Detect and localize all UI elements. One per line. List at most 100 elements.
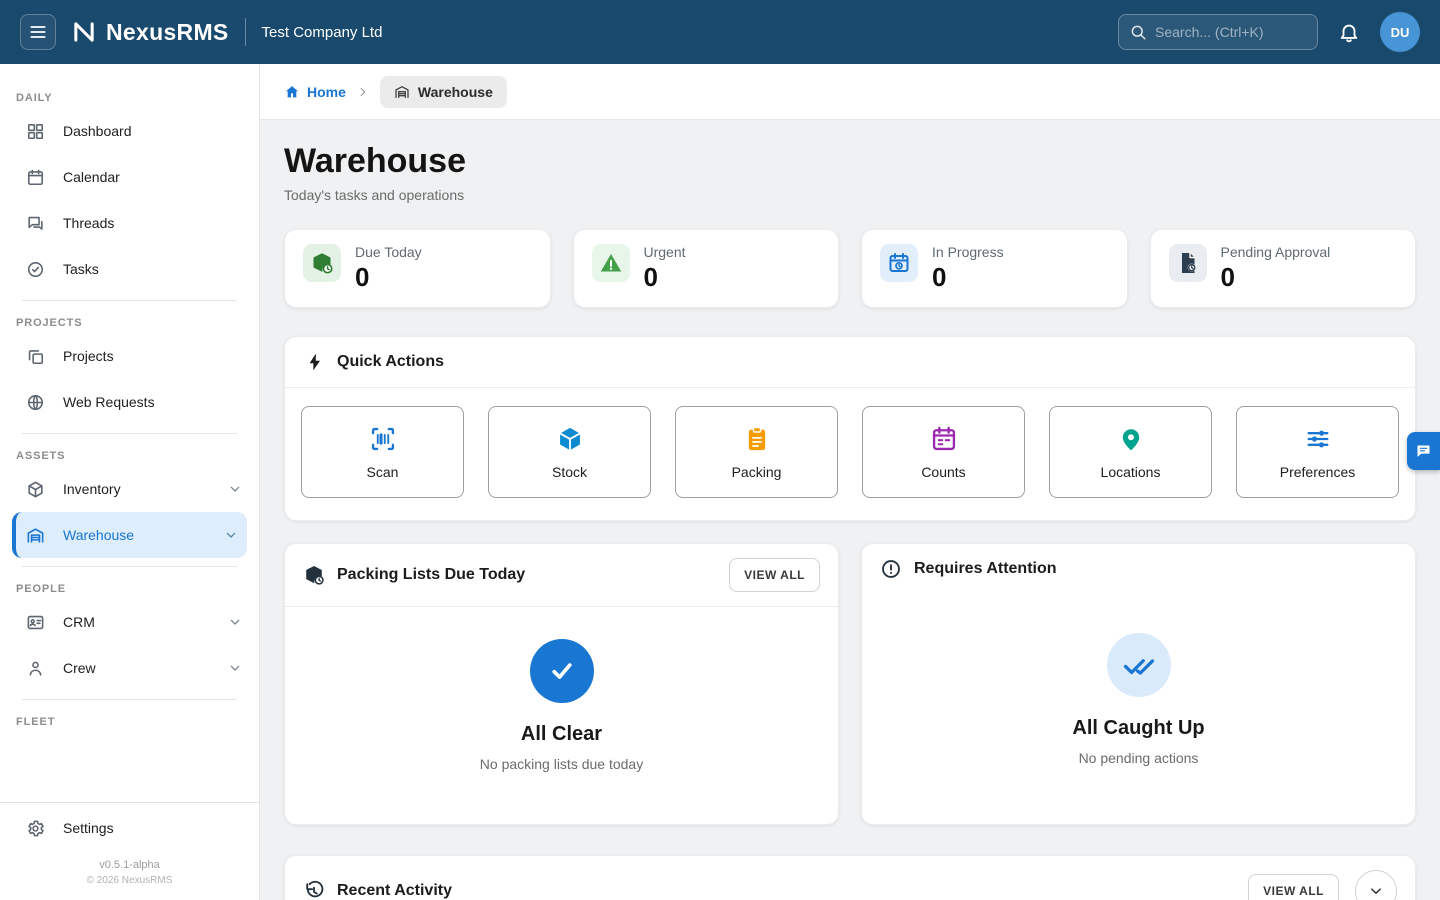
brand[interactable]: NexusRMS: [70, 18, 229, 46]
sidebar-item-projects[interactable]: Projects: [0, 333, 259, 379]
tasks-icon: [26, 260, 45, 279]
section-label-daily: DAILY: [16, 92, 243, 104]
quick-action-counts[interactable]: Counts: [862, 406, 1025, 498]
quick-actions-header: Quick Actions: [285, 337, 1415, 388]
section-label-people: PEOPLE: [16, 583, 243, 595]
quick-action-stock[interactable]: Stock: [488, 406, 651, 498]
feedback-button[interactable]: [1407, 432, 1440, 470]
file-clock-icon: [1169, 244, 1207, 282]
sliders-icon: [1304, 425, 1332, 453]
map-pin-icon: [1117, 425, 1145, 453]
quick-action-preferences[interactable]: Preferences: [1236, 406, 1399, 498]
sidebar-item-settings[interactable]: Settings: [0, 803, 259, 853]
threads-icon: [26, 214, 45, 233]
sidebar-item-label: Warehouse: [63, 527, 205, 543]
packing-view-all-button[interactable]: VIEW ALL: [729, 558, 820, 592]
search-input[interactable]: [1155, 24, 1307, 40]
quick-action-locations[interactable]: Locations: [1049, 406, 1212, 498]
crm-icon: [26, 613, 45, 632]
sidebar-item-inventory[interactable]: Inventory: [0, 466, 259, 512]
search-icon: [1129, 23, 1147, 41]
cube-icon: [556, 425, 584, 453]
breadcrumb: Home Warehouse: [260, 64, 1440, 120]
sidebar-item-web-requests[interactable]: Web Requests: [0, 379, 259, 425]
sidebar-item-label: Settings: [63, 820, 114, 836]
panels-row: Packing Lists Due Today VIEW ALL All Cle…: [284, 543, 1416, 825]
sidebar-item-label: Calendar: [63, 169, 243, 185]
sidebar-item-crm[interactable]: CRM: [0, 599, 259, 645]
stat-value: 0: [1221, 262, 1331, 293]
packing-lists-body: All Clear No packing lists due today: [285, 607, 838, 824]
sidebar-nav: DAILY Dashboard Calendar Threads Tasks P…: [0, 64, 259, 802]
stat-card-urgent: Urgent 0: [573, 229, 840, 308]
double-check-icon: [1107, 633, 1171, 697]
chevron-down-icon: [227, 481, 243, 497]
box-clock-icon: [303, 244, 341, 282]
packing-lists-title: Packing Lists Due Today: [337, 566, 525, 584]
nexus-logo-icon: [70, 18, 98, 46]
chevron-down-icon: [223, 527, 239, 543]
calendar-count-icon: [930, 425, 958, 453]
sidebar-item-calendar[interactable]: Calendar: [0, 154, 259, 200]
requires-attention-body: All Caught Up No pending actions: [862, 594, 1415, 824]
copyright: © 2026 NexusRMS: [0, 875, 259, 886]
quick-action-label: Scan: [367, 464, 399, 480]
stats-row: Due Today 0 Urgent 0: [284, 229, 1416, 308]
quick-action-label: Locations: [1101, 464, 1161, 480]
sidebar-item-dashboard[interactable]: Dashboard: [0, 108, 259, 154]
divider: [22, 699, 237, 700]
stat-label: Urgent: [644, 244, 686, 260]
topbar: NexusRMS Test Company Ltd DU: [0, 0, 1440, 64]
sidebar-item-threads[interactable]: Threads: [0, 200, 259, 246]
breadcrumb-current: Warehouse: [380, 76, 507, 108]
requires-attention-header: Requires Attention: [862, 544, 1415, 594]
sidebar-item-crew[interactable]: Crew: [0, 645, 259, 691]
packing-lists-header: Packing Lists Due Today VIEW ALL: [285, 544, 838, 607]
sidebar-item-tasks[interactable]: Tasks: [0, 246, 259, 292]
clipboard-icon: [743, 425, 771, 453]
sidebar-item-label: Crew: [63, 660, 209, 676]
user-avatar[interactable]: DU: [1380, 12, 1420, 52]
requires-attention-title: Requires Attention: [914, 560, 1057, 578]
sidebar-item-label: Tasks: [63, 261, 243, 277]
empty-state-title: All Clear: [521, 723, 602, 746]
hamburger-menu-button[interactable]: [20, 14, 56, 50]
notifications-button[interactable]: [1338, 21, 1360, 43]
crew-icon: [26, 659, 45, 678]
main-area: Home Warehouse Warehouse Today's tasks a…: [260, 64, 1440, 900]
section-label-fleet: FLEET: [16, 716, 243, 728]
alert-circle-icon: [880, 558, 902, 580]
sidebar-item-label: Web Requests: [63, 394, 243, 410]
sidebar-footer: v0.5.1-alpha © 2026 NexusRMS: [0, 853, 259, 900]
sidebar-item-warehouse[interactable]: Warehouse: [12, 512, 247, 558]
stat-value: 0: [644, 262, 686, 293]
sidebar-item-label: Threads: [63, 215, 243, 231]
gear-icon: [26, 819, 45, 838]
section-label-projects: PROJECTS: [16, 317, 243, 329]
chevron-down-icon: [1367, 882, 1385, 900]
empty-state-subtitle: No pending actions: [1079, 750, 1199, 766]
sidebar-item-label: Projects: [63, 348, 243, 364]
company-name: Test Company Ltd: [262, 24, 383, 41]
quick-action-scan[interactable]: Scan: [301, 406, 464, 498]
collapse-button[interactable]: [1355, 870, 1397, 900]
page-content: Warehouse Today's tasks and operations D…: [260, 120, 1440, 900]
packing-lists-card: Packing Lists Due Today VIEW ALL All Cle…: [284, 543, 839, 825]
lightning-icon: [305, 352, 325, 372]
stat-card-due-today: Due Today 0: [284, 229, 551, 308]
requires-attention-card: Requires Attention All Caught Up No pend…: [861, 543, 1416, 825]
bell-icon: [1338, 21, 1360, 43]
stat-label: Due Today: [355, 244, 422, 260]
empty-state-subtitle: No packing lists due today: [480, 756, 643, 772]
global-search[interactable]: [1118, 14, 1318, 50]
sidebar-item-label: Inventory: [63, 481, 209, 497]
sidebar-bottom: Settings v0.5.1-alpha © 2026 NexusRMS: [0, 802, 259, 900]
breadcrumb-home-link[interactable]: Home: [284, 84, 346, 100]
inventory-icon: [26, 480, 45, 499]
hamburger-menu-icon: [28, 22, 48, 42]
activity-view-all-button[interactable]: VIEW ALL: [1248, 874, 1339, 900]
topbar-divider: [245, 18, 246, 46]
breadcrumb-current-label: Warehouse: [418, 84, 493, 100]
calendar-clock-icon: [880, 244, 918, 282]
quick-action-packing[interactable]: Packing: [675, 406, 838, 498]
